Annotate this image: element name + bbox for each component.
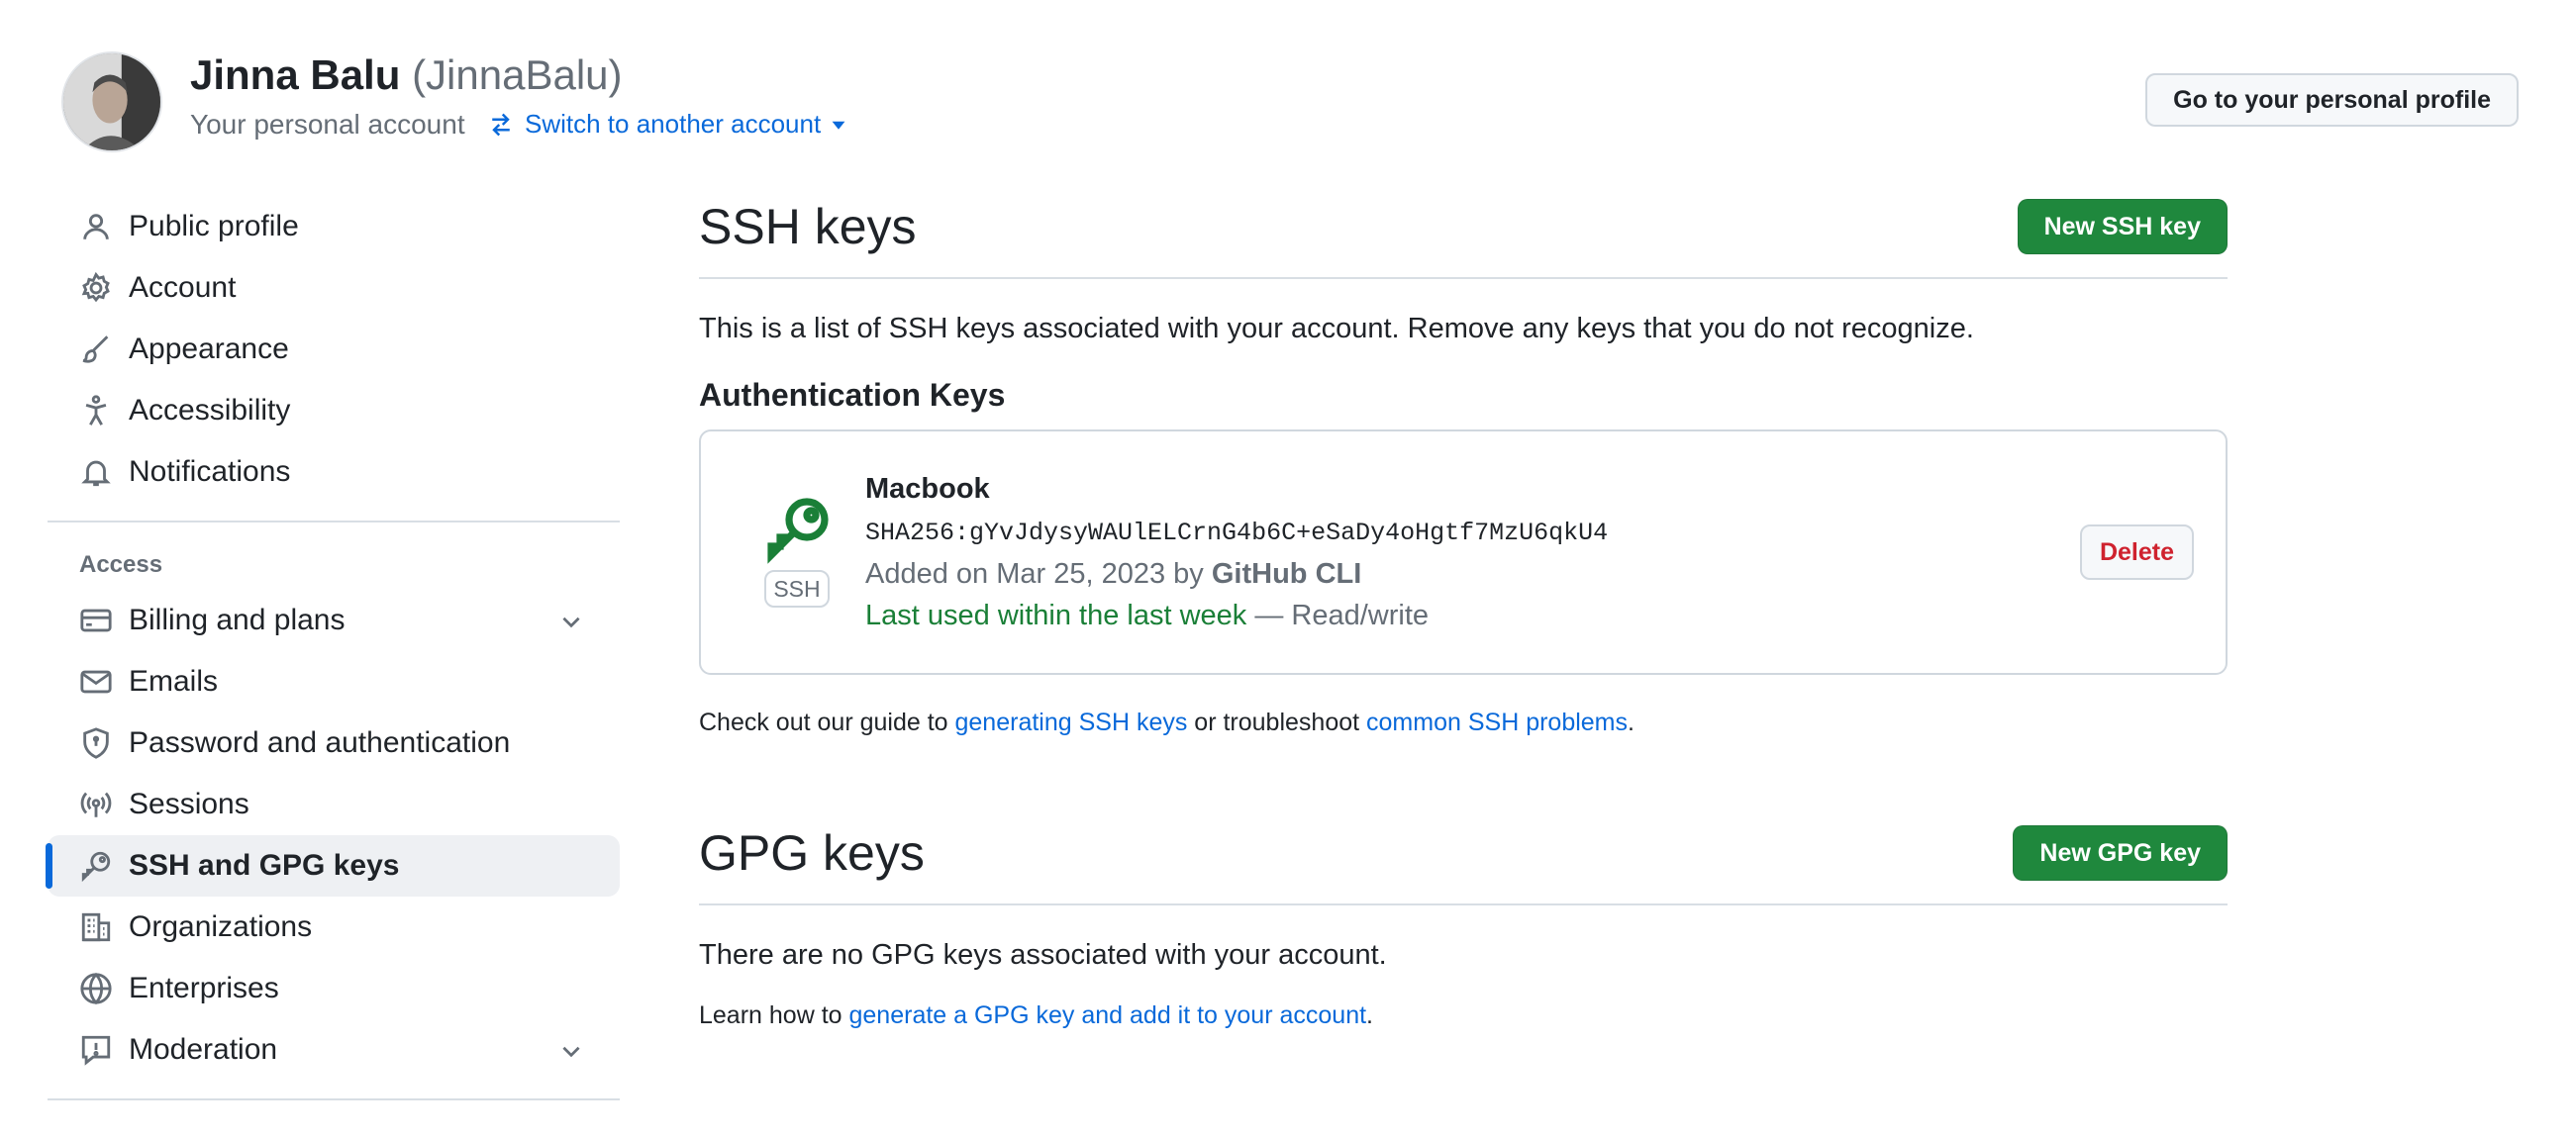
ssh-key-access: — Read/write [1246,600,1430,631]
sidebar-item-label: Account [129,271,237,304]
ssh-keys-description: This is a list of SSH keys associated wi… [699,313,1974,344]
ssh-key-usage: Last used within the last week — Read/wr… [865,600,1429,632]
ssh-badge: SSH [764,570,830,608]
settings-sidebar: Public profile Account Appearance Access… [46,196,620,1118]
gpg-learn-text: Learn how to generate a GPG key and add … [699,1001,2228,1030]
guide-mid: or troubleshoot [1187,709,1367,736]
chevron-down-icon[interactable] [558,609,584,634]
mail-icon [79,665,113,699]
bell-icon [79,455,113,489]
new-ssh-key-button[interactable]: New SSH key [2017,199,2228,254]
organization-icon [79,910,113,944]
user-display-name: Jinna Balu [190,51,401,98]
sidebar-item-label: Organizations [129,910,313,943]
sidebar-group-access: Access [79,551,163,578]
sidebar-item-password-authentication[interactable]: Password and authentication [48,712,620,774]
ssh-key-added-info: Added on Mar 25, 2023 by GitHub CLI [865,558,1361,591]
sidebar-item-label: Appearance [129,332,289,365]
sidebar-item-emails[interactable]: Emails [48,651,620,712]
ssh-keys-header: SSH keys New SSH key [699,198,2228,279]
sidebar-divider [48,1098,620,1100]
sidebar-item-label: SSH and GPG keys [129,849,400,882]
new-gpg-key-button[interactable]: New GPG key [2013,825,2228,881]
globe-icon [79,972,113,1005]
avatar[interactable] [61,51,162,152]
key-icon [79,849,113,883]
sidebar-item-sessions[interactable]: Sessions [48,774,620,835]
sidebar-item-billing[interactable]: Billing and plans [48,590,620,651]
sidebar-item-notifications[interactable]: Notifications [48,441,620,503]
triangle-down-icon [832,121,845,130]
sidebar-item-label: Public profile [129,210,299,242]
gpg-keys-header: GPG keys New GPG key [699,824,2228,905]
switch-account-link[interactable]: Switch to another account [487,109,846,140]
ssh-key-title: Macbook [865,473,990,505]
gpg-learn-suffix: . [1366,1001,1373,1029]
sidebar-item-label: Notifications [129,455,291,488]
sidebar-item-label: Accessibility [129,394,291,427]
chevron-down-icon[interactable] [558,1038,584,1064]
paintbrush-icon [79,332,113,366]
sidebar-item-label: Moderation [129,1033,278,1066]
go-to-profile-button[interactable]: Go to your personal profile [2145,73,2519,127]
generate-gpg-key-link[interactable]: generate a GPG key and add it to your ac… [849,1001,1367,1029]
ssh-key-added-date: Added on Mar 25, 2023 by [865,558,1204,590]
gpg-keys-title: GPG keys [699,825,925,881]
gpg-empty-message: There are no GPG keys associated with yo… [699,939,1387,971]
switch-account-label: Switch to another account [525,109,822,139]
ssh-key-last-used: Last used within the last week [865,600,1247,631]
report-icon [79,1033,113,1067]
ssh-key-added-by: GitHub CLI [1211,558,1362,590]
guide-suffix: . [1628,709,1635,736]
accessibility-icon [79,394,113,428]
shield-icon [79,726,113,760]
sidebar-item-account[interactable]: Account [48,257,620,319]
credit-card-icon [79,604,113,637]
sidebar-item-label: Emails [129,665,219,698]
sidebar-item-label: Sessions [129,788,249,820]
sidebar-item-moderation[interactable]: Moderation [48,1019,620,1081]
common-ssh-problems-link[interactable]: common SSH problems [1366,709,1628,736]
ssh-key-item: SSH Macbook SHA256:gYvJdysyWAUlELCrnG4b6… [699,429,2228,675]
account-name: Jinna Balu (JinnaBalu) [190,51,623,99]
ssh-key-fingerprint: SHA256:gYvJdysyWAUlELCrnG4b6C+eSaDy4oHgt… [865,519,1609,547]
broadcast-icon [79,788,113,821]
key-icon [762,493,834,564]
main-content: SSH keys New SSH key This is a list of S… [699,198,2228,1030]
sidebar-item-enterprises[interactable]: Enterprises [48,958,620,1019]
sidebar-item-appearance[interactable]: Appearance [48,319,620,380]
delete-ssh-key-button[interactable]: Delete [2079,524,2194,580]
gpg-learn-prefix: Learn how to [699,1001,849,1029]
sidebar-item-organizations[interactable]: Organizations [48,897,620,958]
generating-ssh-keys-link[interactable]: generating SSH keys [955,709,1188,736]
sidebar-divider [48,521,620,522]
sidebar-item-label: Password and authentication [129,726,511,759]
sidebar-item-accessibility[interactable]: Accessibility [48,380,620,441]
arrow-switch-icon [492,113,510,136]
authentication-keys-title: Authentication Keys [699,377,1006,413]
sidebar-item-label: Billing and plans [129,604,346,636]
ssh-guide-text: Check out our guide to generating SSH ke… [699,709,2228,737]
person-icon [79,210,113,243]
gear-icon [79,271,113,305]
sidebar-item-ssh-gpg-keys[interactable]: SSH and GPG keys [46,835,620,897]
user-login: (JinnaBalu) [412,51,623,98]
gpg-keys-section: GPG keys New GPG key There are no GPG ke… [699,824,2228,1030]
ssh-keys-title: SSH keys [699,199,917,254]
sidebar-item-public-profile[interactable]: Public profile [48,196,620,257]
account-type-label: Your personal account [190,109,465,140]
guide-prefix: Check out our guide to [699,709,955,736]
sidebar-item-label: Enterprises [129,972,279,1004]
